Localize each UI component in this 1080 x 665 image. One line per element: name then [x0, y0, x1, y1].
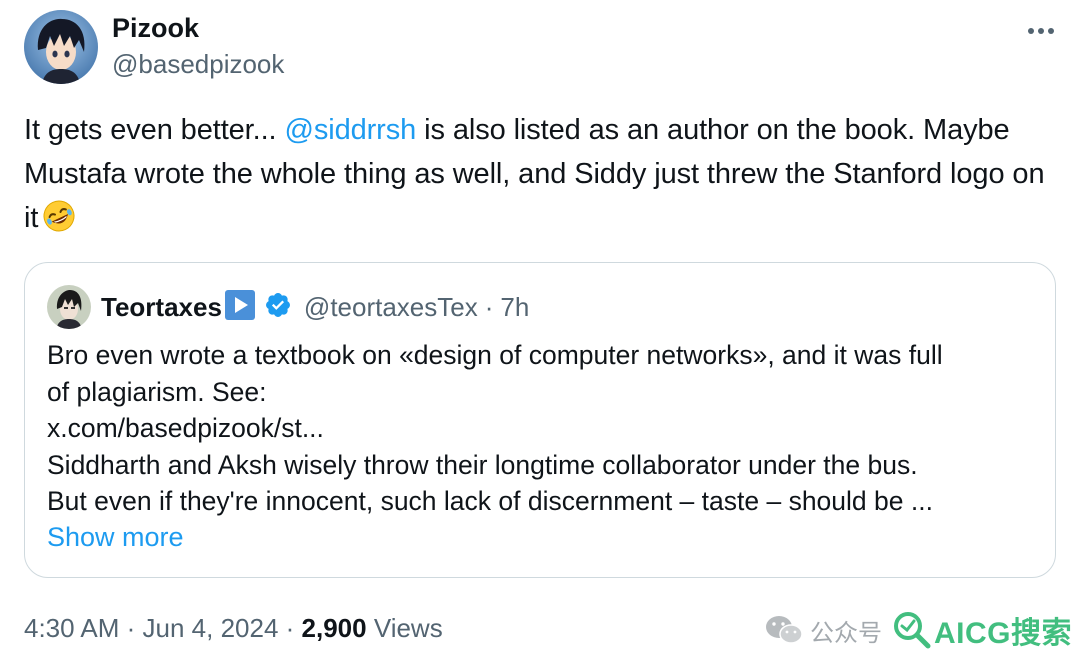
quoted-text-line: Bro even wrote a textbook on «design of … [47, 340, 943, 370]
quoted-text-line: x.com/basedpizook/st... [47, 413, 324, 443]
tweet-date[interactable]: Jun 4, 2024 [143, 613, 279, 643]
play-button-emoji-icon [224, 289, 256, 326]
search-icon [894, 612, 931, 649]
quoted-text-line: But even if they're innocent, such lack … [47, 486, 933, 516]
anime-avatar-icon [24, 10, 98, 84]
meta-separator: · [119, 613, 143, 643]
views-count: 2,900 [301, 613, 367, 643]
author-avatar[interactable] [24, 10, 98, 84]
quoted-handle[interactable]: @teortaxesTex [304, 292, 478, 323]
author-handle[interactable]: @basedpizook [112, 46, 284, 82]
wechat-label: 公众号 [810, 619, 882, 647]
wechat-watermark: 公众号 [764, 613, 882, 648]
quoted-author-avatar[interactable] [47, 285, 91, 329]
tweet-text-part1: It gets even better... [24, 114, 285, 146]
quoted-tweet-card[interactable]: Teortaxes @teortaxesTex · 7h Bro even wr… [24, 262, 1056, 578]
show-more-link[interactable]: Show more [47, 519, 184, 555]
tweet-meta: 4:30 AM · Jun 4, 2024 · 2,900 Views [24, 610, 443, 646]
author-display-name[interactable]: Pizook [112, 10, 284, 46]
meta-separator: · [278, 613, 302, 643]
brand-label: AICG搜索 [934, 617, 1072, 650]
more-horizontal-icon [1028, 28, 1054, 34]
verified-badge-icon [264, 291, 292, 324]
separator-dot: · [484, 291, 494, 322]
quoted-tweet-text: Bro even wrote a textbook on «design of … [47, 337, 1037, 520]
quoted-text-line: of plagiarism. See: [47, 376, 267, 407]
tweet-time[interactable]: 4:30 AM [24, 613, 119, 643]
wechat-icon [766, 616, 803, 644]
views-label: Views [366, 613, 443, 643]
quoted-text-line: Siddharth and Aksh wisely throw their lo… [47, 449, 918, 480]
tweet: Pizook @basedpizook It gets even better.… [0, 0, 1080, 665]
more-options-button[interactable] [1024, 14, 1058, 48]
quoted-avatar-icon [47, 285, 91, 329]
aicg-brand-watermark: AICG搜索 [890, 608, 1072, 652]
quoted-display-name[interactable]: Teortaxes [101, 292, 222, 323]
tweet-text: It gets even better... @siddrrsh is also… [24, 108, 1054, 246]
watermark: 公众号 AICG搜索 [764, 600, 1072, 660]
quoted-tweet-header: Teortaxes @teortaxesTex · 7h [101, 287, 529, 327]
rolling-on-floor-laughing-emoji [42, 199, 76, 246]
author-info: Pizook @basedpizook [112, 10, 284, 82]
quoted-timestamp[interactable]: 7h [500, 292, 529, 323]
mention-link[interactable]: @siddrrsh [284, 114, 416, 146]
